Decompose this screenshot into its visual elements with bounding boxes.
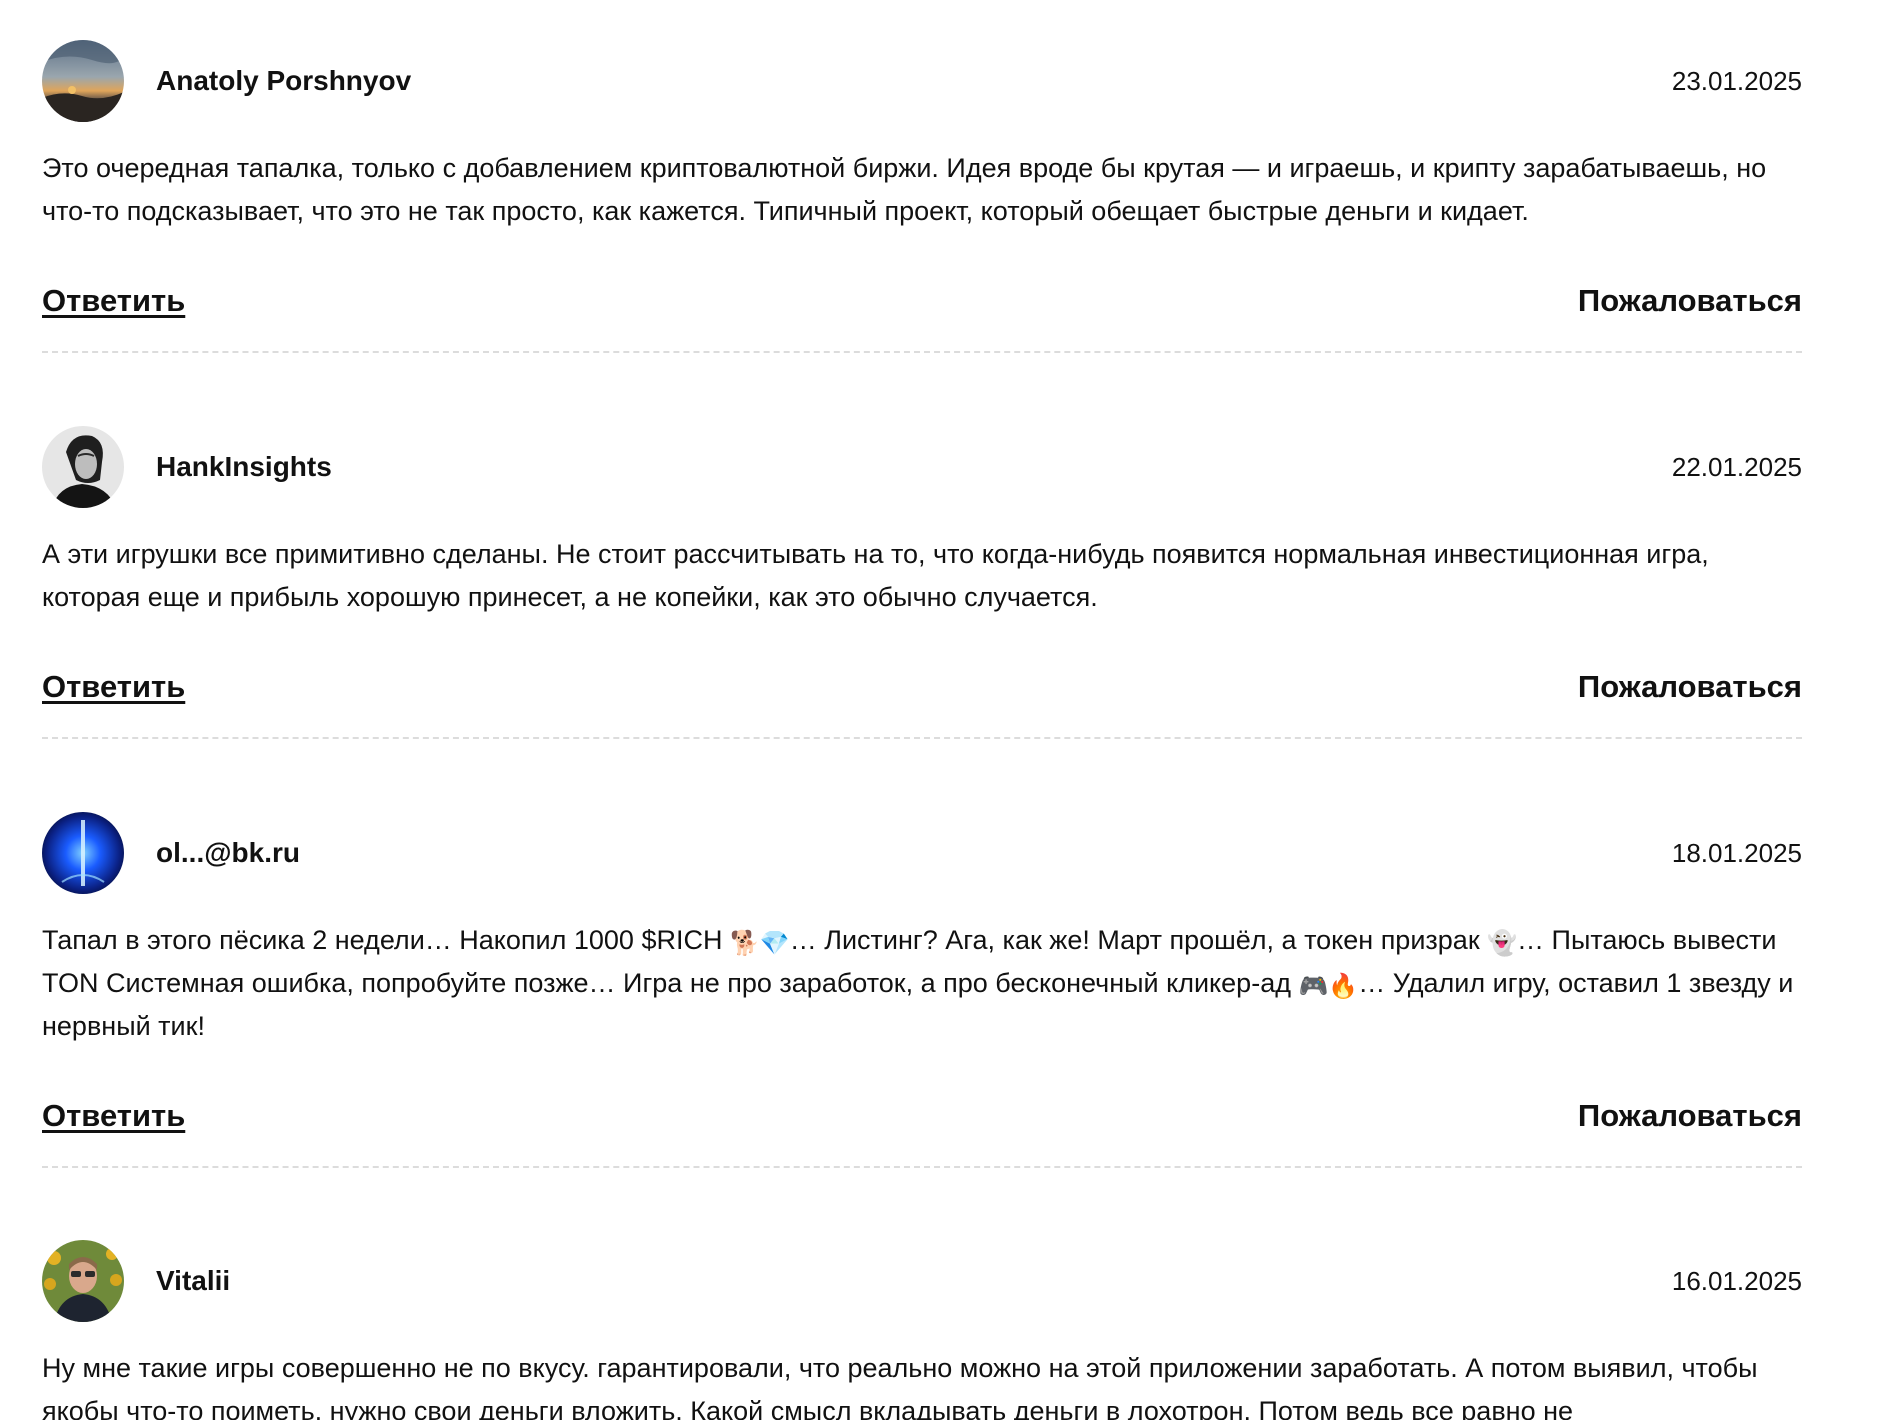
comment-header: Anatoly Porshnyov 23.01.2025 [42,40,1802,122]
comment-text-part: Тапал в этого пёсика 2 недели… Накопил 1… [42,925,730,955]
comment-date: 16.01.2025 [1671,1266,1802,1296]
comment-text: А эти игрушки все примитивно сделаны. Не… [42,539,1709,612]
author-name: HankInsights [156,451,332,482]
comment-date: 23.01.2025 [1671,66,1802,96]
comment-actions: Ответить Пожаловаться [42,669,1802,709]
avatar[interactable] [42,40,124,122]
avatar-blue-light-image [42,812,124,894]
avatar[interactable] [42,1240,124,1322]
comment-date: 22.01.2025 [1671,452,1802,482]
comment-text: Тапал в этого пёсика 2 недели… Накопил 1… [42,919,1802,1048]
author-name: Vitalii [156,1265,231,1296]
comment-text-part: … Листинг? Ага, как же! Март прошёл, а т… [789,925,1488,955]
avatar-portrait-image [42,426,124,508]
reply-link[interactable]: Ответить [42,283,185,319]
comment-actions: Ответить Пожаловаться [42,1098,1802,1138]
dog-diamond-emoji: 🐕💎 [729,930,790,957]
reply-link[interactable]: Ответить [42,1098,185,1134]
comment-item: HankInsights 22.01.2025 А эти игрушки вс… [42,426,1802,709]
comment-item: ol...@bk.ru 18.01.2025 Тапал в этого пёс… [42,812,1802,1138]
comment-header: ol...@bk.ru 18.01.2025 [42,812,1802,894]
comment-header: HankInsights 22.01.2025 [42,426,1802,508]
comment-item: Anatoly Porshnyov 23.01.2025 Это очередн… [42,40,1802,323]
comment-item: Vitalii 16.01.2025 Ну мне такие игры сов… [42,1240,1802,1420]
avatar[interactable] [42,426,124,508]
gamepad-fire-emoji: 🎮🔥 [1298,973,1359,1000]
divider [42,351,1802,353]
comment-date: 18.01.2025 [1671,838,1802,868]
ghost-emoji: 👻 [1487,930,1518,957]
report-link[interactable]: Пожаловаться [1578,1098,1802,1134]
comments-feed: Anatoly Porshnyov 23.01.2025 Это очередн… [0,0,1892,1420]
comment-header: Vitalii 16.01.2025 [42,1240,1802,1322]
comment-text: Ну мне такие игры совершенно не по вкусу… [42,1353,1758,1420]
author-name: ol...@bk.ru [156,837,300,868]
divider [42,737,1802,739]
avatar-man-sunflowers-image [42,1240,124,1322]
comment-text: Это очередная тапалка, только с добавлен… [42,153,1767,226]
avatar-landscape-image [42,40,124,122]
reply-link[interactable]: Ответить [42,669,185,705]
avatar[interactable] [42,812,124,894]
report-link[interactable]: Пожаловаться [1578,283,1802,319]
report-link[interactable]: Пожаловаться [1578,669,1802,705]
divider [42,1166,1802,1168]
author-name: Anatoly Porshnyov [156,65,412,96]
comment-actions: Ответить Пожаловаться [42,283,1802,323]
